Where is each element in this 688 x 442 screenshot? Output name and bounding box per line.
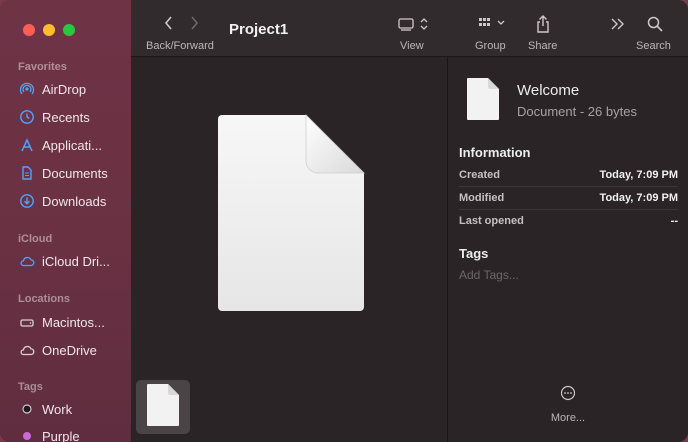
info-key: Modified bbox=[459, 192, 505, 204]
view-button[interactable] bbox=[398, 16, 432, 37]
tag-dot-icon bbox=[18, 400, 36, 418]
document-thumbnail-icon bbox=[146, 383, 180, 432]
view-label: View bbox=[400, 40, 424, 52]
toolbar: Back/Forward Project1 View Group Share S… bbox=[131, 0, 688, 57]
finder-window: Favorites AirDrop Recents Applicati... D… bbox=[0, 0, 688, 442]
forward-button[interactable] bbox=[189, 15, 199, 36]
sidebar-item-onedrive[interactable]: OneDrive bbox=[18, 340, 128, 360]
applications-icon bbox=[18, 136, 36, 154]
sidebar-item-applications[interactable]: Applicati... bbox=[18, 135, 128, 155]
clock-icon bbox=[18, 108, 36, 126]
sidebar-item-downloads[interactable]: Downloads bbox=[18, 191, 128, 211]
sidebar-item-airdrop[interactable]: AirDrop bbox=[18, 79, 128, 99]
sidebar-item-recents[interactable]: Recents bbox=[18, 107, 128, 127]
disk-icon bbox=[18, 313, 36, 331]
sidebar: Favorites AirDrop Recents Applicati... D… bbox=[0, 0, 132, 442]
group-label: Group bbox=[475, 40, 506, 52]
info-value: -- bbox=[670, 215, 678, 227]
sidebar-item-label: AirDrop bbox=[42, 81, 87, 97]
window-title: Project1 bbox=[229, 21, 289, 38]
ellipsis-circle-icon bbox=[560, 385, 576, 404]
info-value: Today, 7:09 PM bbox=[599, 169, 678, 181]
section-tags: Tags bbox=[18, 381, 43, 393]
more-toolbar-button[interactable] bbox=[610, 17, 626, 36]
zoom-button[interactable] bbox=[63, 24, 75, 36]
cloud-icon bbox=[18, 252, 36, 270]
more-button[interactable]: More... bbox=[548, 385, 588, 424]
file-name: Welcome bbox=[517, 82, 580, 99]
cloud-icon bbox=[18, 341, 36, 359]
double-chevron-right-icon bbox=[610, 17, 626, 36]
chevron-left-icon bbox=[164, 15, 174, 36]
airdrop-icon bbox=[18, 80, 36, 98]
back-button[interactable] bbox=[164, 15, 174, 36]
sidebar-item-label: Macintos... bbox=[42, 314, 105, 330]
add-tags-field[interactable]: Add Tags... bbox=[459, 268, 519, 282]
sidebar-item-label: Applicati... bbox=[42, 137, 102, 153]
section-icloud: iCloud bbox=[18, 233, 53, 245]
minimize-button[interactable] bbox=[43, 24, 55, 36]
sidebar-item-label: Downloads bbox=[42, 193, 107, 209]
sidebar-item-macintosh-hd[interactable]: Macintos... bbox=[18, 312, 128, 332]
close-button[interactable] bbox=[23, 24, 35, 36]
section-locations: Locations bbox=[18, 293, 70, 305]
document-icon bbox=[18, 164, 36, 182]
sidebar-item-tag-work[interactable]: Work bbox=[18, 399, 128, 419]
grid-icon bbox=[478, 16, 508, 37]
sidebar-item-label: iCloud Dri... bbox=[42, 253, 110, 269]
sidebar-item-tag-purple[interactable]: Purple bbox=[18, 426, 128, 442]
info-row-created: Created Today, 7:09 PM bbox=[459, 164, 678, 187]
file-kind: Document - 26 bytes bbox=[517, 104, 637, 119]
share-icon bbox=[535, 14, 551, 39]
sidebar-item-icloud-drive[interactable]: iCloud Dri... bbox=[18, 251, 128, 271]
tag-dot-icon bbox=[18, 427, 36, 442]
search-button[interactable] bbox=[646, 15, 664, 38]
gallery-view bbox=[131, 57, 447, 442]
file-icon bbox=[466, 77, 500, 126]
inspector-pane: Welcome Document - 26 bytes Information … bbox=[447, 57, 688, 442]
chevron-right-icon bbox=[189, 15, 199, 36]
window-controls bbox=[23, 24, 75, 36]
more-label: More... bbox=[550, 412, 586, 424]
info-row-modified: Modified Today, 7:09 PM bbox=[459, 187, 678, 210]
info-key: Last opened bbox=[459, 215, 524, 227]
download-icon bbox=[18, 192, 36, 210]
info-key: Created bbox=[459, 169, 500, 181]
sidebar-item-label: Recents bbox=[42, 109, 90, 125]
icon-view-icon bbox=[398, 16, 432, 37]
sidebar-item-label: Purple bbox=[42, 428, 80, 442]
info-value: Today, 7:09 PM bbox=[599, 192, 678, 204]
search-label: Search bbox=[636, 40, 671, 52]
group-button[interactable] bbox=[478, 16, 508, 37]
sidebar-item-label: Documents bbox=[42, 165, 108, 181]
tags-heading: Tags bbox=[459, 246, 489, 261]
thumbnail-selected[interactable] bbox=[136, 380, 190, 434]
document-preview-icon[interactable] bbox=[214, 113, 366, 318]
sidebar-item-label: OneDrive bbox=[42, 342, 97, 358]
info-row-last-opened: Last opened -- bbox=[459, 210, 678, 232]
sidebar-item-documents[interactable]: Documents bbox=[18, 163, 128, 183]
sidebar-item-label: Work bbox=[42, 401, 73, 417]
share-label: Share bbox=[528, 40, 558, 52]
back-forward-label: Back/Forward bbox=[146, 40, 214, 52]
section-favorites: Favorites bbox=[18, 61, 67, 73]
share-button[interactable] bbox=[535, 14, 551, 39]
information-heading: Information bbox=[459, 145, 531, 160]
search-icon bbox=[646, 15, 664, 38]
